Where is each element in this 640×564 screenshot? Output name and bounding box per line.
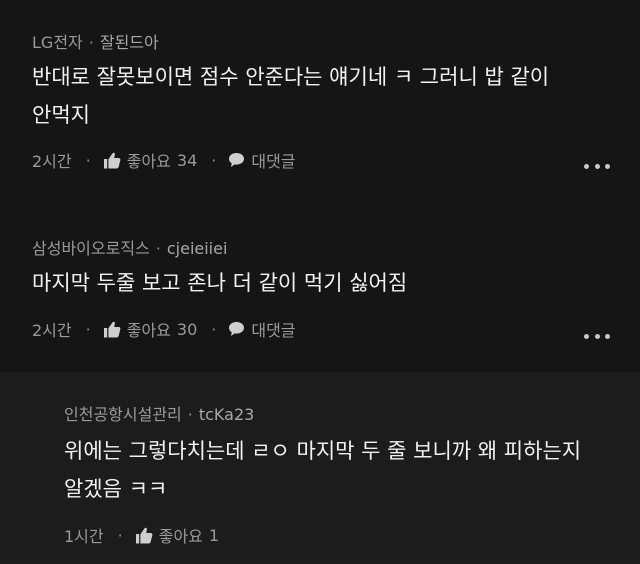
reply-text-line: 위에는 그렇다치는데 ㄹㅇ 마지막 두 줄 보니까 왜 피하는지 — [64, 439, 582, 463]
like-label: 좋아요 — [126, 152, 171, 171]
comment-author[interactable]: 삼성바이오로직스 · cjeieiiei — [32, 235, 227, 259]
like-count: 1 — [208, 525, 220, 545]
meta-separator: · — [85, 319, 91, 339]
like-label: 좋아요 — [158, 527, 203, 546]
comment-author[interactable]: LG전자 · 잘된드아 — [32, 29, 159, 53]
speech-bubble-icon — [228, 321, 245, 337]
meta-separator: · — [88, 33, 94, 52]
meta-separator: · — [211, 150, 217, 170]
comment-item: 삼성바이오로직스 · cjeieiiei 마지막 두줄 보고 존나 더 같이 먹기 … — [0, 202, 640, 372]
like-button[interactable]: 좋아요 34 — [103, 148, 198, 172]
reply-text: 위에는 그렇다치는데 ㄹㅇ 마지막 두 줄 보니까 왜 피하는지 알겠음 ㅋㅋ — [64, 432, 581, 508]
reply-time: 1시간 — [64, 527, 104, 546]
more-options-icon[interactable] — [584, 333, 610, 339]
like-label: 좋아요 — [126, 321, 171, 340]
meta-separator: · — [187, 405, 193, 424]
comment-time: 2시간 — [32, 152, 72, 171]
speech-bubble-icon — [228, 152, 245, 168]
like-count: 30 — [176, 319, 198, 339]
comment-text-line: 안먹지 — [32, 103, 90, 127]
meta-separator: · — [85, 150, 91, 170]
comment-time: 2시간 — [32, 321, 72, 340]
reply-label: 대댓글 — [251, 152, 296, 171]
comment-text: 반대로 잘못보이면 점수 안준다는 얘기네 ㅋ 그러니 밥 같이 안먹지 — [32, 58, 549, 134]
like-count: 34 — [176, 150, 198, 170]
more-options-icon[interactable] — [584, 163, 610, 169]
comment-footer: 2시간 · 좋아요 30 · 대댓글 — [32, 317, 296, 341]
comment-item: LG전자 · 잘된드아 반대로 잘못보이면 점수 안준다는 얘기네 ㅋ 그러니 밥 … — [0, 0, 640, 202]
comment-footer: 2시간 · 좋아요 34 · 대댓글 — [32, 148, 296, 172]
author-company: 삼성바이오로직스 — [32, 239, 150, 258]
reply-author[interactable]: 인천공항시설관리 · tcKa23 — [64, 401, 254, 425]
comment-text-line: 반대로 잘못보이면 점수 안준다는 얘기네 ㅋ 그러니 밥 같이 — [32, 65, 550, 89]
thumbs-up-icon — [103, 152, 121, 169]
meta-separator: · — [117, 525, 123, 545]
meta-separator: · — [155, 239, 161, 258]
reply-button[interactable]: 대댓글 — [228, 148, 296, 172]
author-company: 인천공항시설관리 — [64, 405, 182, 424]
meta-separator: · — [211, 319, 217, 339]
author-nickname: tcKa23 — [198, 405, 255, 424]
author-company: LG전자 — [32, 33, 83, 52]
thumbs-up-icon — [103, 321, 121, 338]
like-button[interactable]: 좋아요 30 — [103, 317, 198, 341]
reply-item: 인천공항시설관리 · tcKa23 위에는 그렇다치는데 ㄹㅇ 마지막 두 줄 보니… — [0, 372, 640, 564]
thumbs-up-icon — [135, 527, 153, 544]
reply-button[interactable]: 대댓글 — [228, 317, 296, 341]
like-button[interactable]: 좋아요 1 — [135, 523, 219, 547]
author-nickname: 잘된드아 — [99, 33, 159, 52]
comment-text-line: 마지막 두줄 보고 존나 더 같이 먹기 싫어짐 — [32, 271, 408, 295]
author-nickname: cjeieiiei — [166, 239, 228, 258]
reply-footer: 1시간 · 좋아요 1 — [64, 523, 219, 547]
reply-text-line: 알겠음 ㅋㅋ — [64, 477, 168, 501]
comment-text: 마지막 두줄 보고 존나 더 같이 먹기 싫어짐 — [32, 264, 407, 302]
reply-label: 대댓글 — [251, 321, 296, 340]
